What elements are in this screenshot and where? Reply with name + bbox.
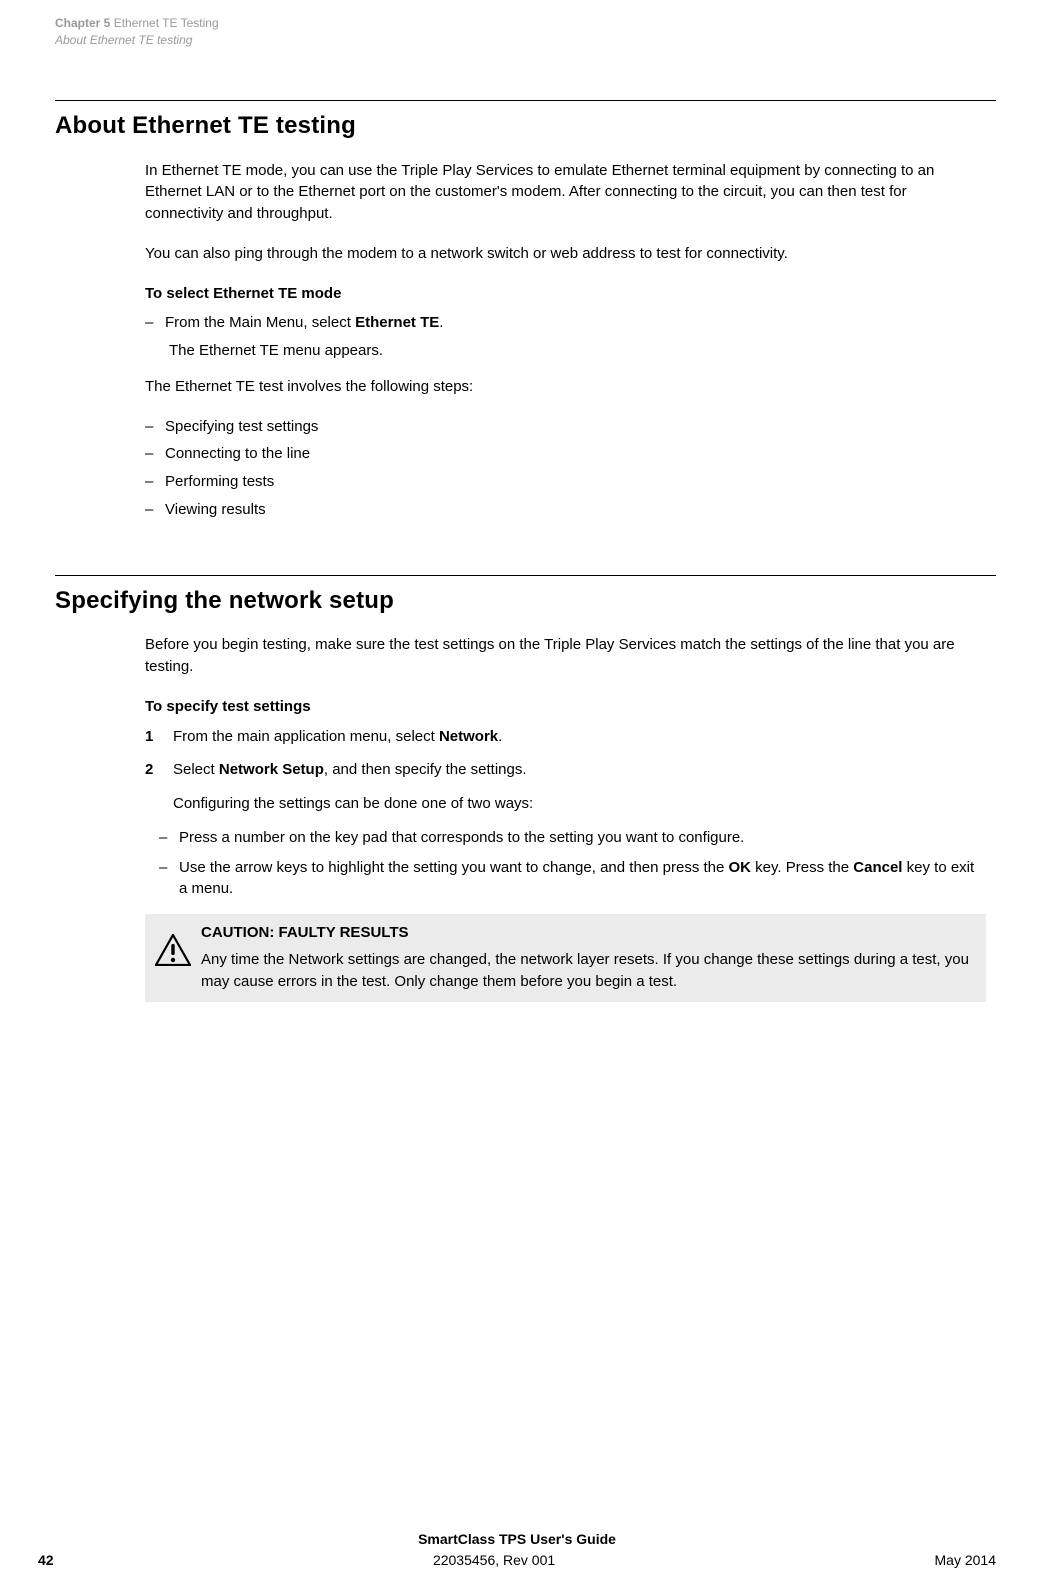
text-span: , and then specify the settings. bbox=[324, 761, 527, 778]
list-item-text: Press a number on the key pad that corre… bbox=[179, 827, 986, 849]
text-span: Select bbox=[173, 761, 219, 778]
footer-doc-number: 22035456, Rev 001 bbox=[433, 1550, 555, 1570]
caution-box: CAUTION: FAULTY RESULTS Any time the Net… bbox=[145, 914, 986, 1002]
item-number: 1 bbox=[145, 726, 173, 748]
text-span: Use the arrow keys to highlight the sett… bbox=[179, 859, 729, 876]
caution-content: CAUTION: FAULTY RESULTS Any time the Net… bbox=[201, 922, 974, 992]
dash-bullet: – bbox=[145, 443, 165, 465]
bold-text: Cancel bbox=[853, 859, 902, 876]
section1-body: In Ethernet TE mode, you can use the Tri… bbox=[145, 160, 986, 521]
bold-text: Ethernet TE bbox=[355, 314, 439, 331]
caution-body: Any time the Network settings are change… bbox=[201, 949, 974, 993]
bold-text: OK bbox=[729, 859, 752, 876]
chapter-line: Chapter 5 Ethernet TE Testing bbox=[55, 15, 996, 32]
heading-about-ethernet: About Ethernet TE testing bbox=[55, 109, 996, 144]
nested-list-item: – Press a number on the key pad that cor… bbox=[159, 827, 986, 849]
section-rule bbox=[55, 100, 996, 101]
subheading-specify-settings: To specify test settings bbox=[145, 696, 986, 718]
text-span: key. Press the bbox=[751, 859, 853, 876]
list-item: – Viewing results bbox=[145, 499, 986, 521]
dash-bullet: – bbox=[145, 499, 165, 521]
dash-bullet: – bbox=[159, 857, 179, 901]
list-item: – Performing tests bbox=[145, 471, 986, 493]
section2-body: Before you begin testing, make sure the … bbox=[145, 634, 986, 1002]
section-subtitle: About Ethernet TE testing bbox=[55, 32, 996, 49]
chapter-number: Chapter 5 bbox=[55, 16, 110, 30]
footer-guide-title: SmartClass TPS User's Guide bbox=[418, 1531, 616, 1547]
list-item-text: Specifying test settings bbox=[165, 416, 986, 438]
dash-bullet: – bbox=[145, 416, 165, 438]
subheading-select-mode: To select Ethernet TE mode bbox=[145, 283, 986, 305]
nested-list-item: – Use the arrow keys to highlight the se… bbox=[159, 857, 986, 901]
text-span: From the main application menu, select bbox=[173, 728, 439, 745]
dash-bullet: – bbox=[145, 471, 165, 493]
list-item-text: Performing tests bbox=[165, 471, 986, 493]
list-item-text: Use the arrow keys to highlight the sett… bbox=[179, 857, 986, 901]
text-span: . bbox=[498, 728, 502, 745]
item-number: 2 bbox=[145, 759, 173, 781]
list-item: – Connecting to the line bbox=[145, 443, 986, 465]
numbered-item: 2 Select Network Setup, and then specify… bbox=[145, 759, 986, 781]
list-item: – From the Main Menu, select Ethernet TE… bbox=[145, 312, 986, 334]
caution-icon bbox=[155, 934, 191, 973]
heading-network-setup: Specifying the network setup bbox=[55, 584, 996, 619]
dash-bullet: – bbox=[159, 827, 179, 849]
bold-text: Network bbox=[439, 728, 498, 745]
step-result: The Ethernet TE menu appears. bbox=[169, 340, 986, 362]
text-span: From the Main Menu, select bbox=[165, 314, 355, 331]
section-rule bbox=[55, 575, 996, 576]
footer-date: May 2014 bbox=[935, 1550, 996, 1570]
dash-bullet: – bbox=[145, 312, 165, 334]
item-text: From the main application menu, select N… bbox=[173, 726, 986, 748]
text-span: . bbox=[439, 314, 443, 331]
item-text: Select Network Setup, and then specify t… bbox=[173, 759, 986, 781]
list-item-text: Connecting to the line bbox=[165, 443, 986, 465]
paragraph: Before you begin testing, make sure the … bbox=[145, 634, 986, 678]
list-item: – Specifying test settings bbox=[145, 416, 986, 438]
page-footer: SmartClass TPS User's Guide 42 22035456,… bbox=[38, 1529, 996, 1570]
step-substep: Configuring the settings can be done one… bbox=[173, 793, 986, 815]
footer-page-number: 42 bbox=[38, 1550, 54, 1570]
paragraph: The Ethernet TE test involves the follow… bbox=[145, 376, 986, 398]
list-item-text: Viewing results bbox=[165, 499, 986, 521]
page-header: Chapter 5 Ethernet TE Testing About Ethe… bbox=[55, 0, 996, 100]
caution-title: CAUTION: FAULTY RESULTS bbox=[201, 922, 974, 944]
numbered-item: 1 From the main application menu, select… bbox=[145, 726, 986, 748]
list-item-text: From the Main Menu, select Ethernet TE. bbox=[165, 312, 986, 334]
chapter-title: Ethernet TE Testing bbox=[114, 16, 219, 30]
bold-text: Network Setup bbox=[219, 761, 324, 778]
paragraph: In Ethernet TE mode, you can use the Tri… bbox=[145, 160, 986, 225]
paragraph: You can also ping through the modem to a… bbox=[145, 243, 986, 265]
